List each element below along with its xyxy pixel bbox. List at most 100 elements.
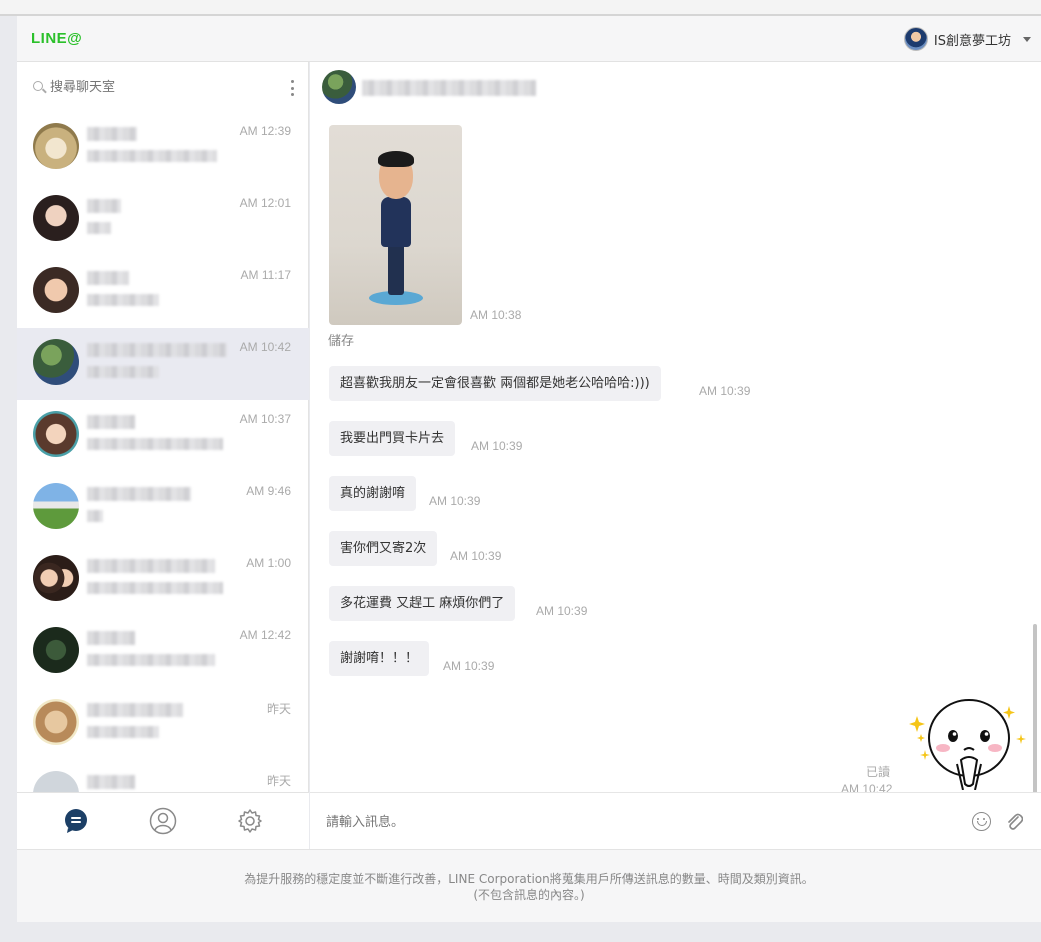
chat-bubble-icon	[65, 809, 88, 833]
save-photo-link[interactable]: 儲存	[328, 330, 354, 349]
message-time: AM 10:39	[699, 384, 751, 398]
message-list: AM 10:38 儲存 超喜歡我朋友一定會很喜歡 兩個都是她老公哈哈哈:))) …	[310, 112, 1041, 792]
chat-list-item[interactable]: AM 11:17	[17, 256, 309, 328]
avatar	[33, 699, 79, 745]
message-bubble: 我要出門買卡片去	[329, 421, 456, 456]
message-scrollbar[interactable]	[1033, 624, 1037, 792]
chat-time: AM 12:01	[239, 196, 291, 210]
chat-name-blurred	[87, 631, 135, 645]
chat-name-blurred	[87, 127, 137, 141]
person-icon	[149, 807, 177, 835]
account-name: IS創意夢工坊	[933, 33, 1011, 49]
chat-list-item-active[interactable]: AM 10:42	[17, 328, 309, 400]
chat-time: AM 11:17	[240, 268, 291, 282]
chat-preview-blurred	[87, 510, 103, 522]
chevron-down-icon[interactable]	[1023, 36, 1031, 42]
avatar	[33, 339, 79, 385]
message-time: AM 10:39	[450, 549, 502, 563]
sticker-message[interactable]	[909, 694, 1029, 790]
chat-time: 昨天	[266, 702, 291, 716]
message-composer	[310, 792, 1041, 849]
message-time: AM 10:42	[841, 782, 893, 792]
chat-preview-blurred	[87, 366, 159, 378]
chat-list: AM 12:39 AM 12:01 AM 11:17 AM 10:42 AM 1…	[17, 112, 309, 792]
avatar	[33, 411, 79, 457]
search-input[interactable]	[50, 76, 270, 98]
message-bubble: 謝謝唷！！！	[329, 641, 430, 676]
avatar	[33, 123, 79, 169]
message-time: AM 10:39	[536, 604, 588, 618]
chat-name-blurred	[87, 559, 215, 573]
sidebar-bottom-nav	[17, 792, 309, 849]
chat-time: 昨天	[266, 774, 291, 788]
chat-time: AM 12:39	[239, 124, 291, 138]
chat-preview-blurred	[87, 654, 215, 666]
chat-preview-blurred	[87, 294, 159, 306]
message-bubble: 真的謝謝唷	[329, 476, 417, 511]
avatar	[33, 483, 79, 529]
photo-message[interactable]	[329, 125, 462, 325]
gear-icon	[237, 809, 262, 833]
conversation-avatar[interactable]	[322, 70, 356, 104]
chat-time: AM 9:46	[246, 484, 291, 498]
chat-list-item[interactable]: AM 1:00	[17, 544, 309, 616]
account-avatar	[903, 27, 928, 51]
message-bubble: 超喜歡我朋友一定會很喜歡 兩個都是她老公哈哈哈:)))	[329, 366, 661, 401]
avatar	[33, 555, 79, 601]
line-logo: LINE@	[31, 30, 83, 47]
emoji-icon[interactable]	[972, 812, 991, 831]
message-time: AM 10:39	[471, 439, 523, 453]
avatar	[33, 267, 79, 313]
more-options-icon[interactable]	[291, 80, 295, 96]
privacy-notice-line2: (不包含訊息的內容。)	[473, 888, 585, 902]
chat-list-item[interactable]: AM 9:46	[17, 472, 309, 544]
friends-tab[interactable]	[149, 807, 177, 835]
chat-list-item[interactable]: 昨天	[17, 688, 309, 760]
chat-time: AM 1:00	[246, 556, 291, 570]
chat-preview-blurred	[87, 222, 111, 234]
chat-preview-blurred	[87, 582, 223, 594]
chat-name-blurred	[87, 199, 121, 213]
conversation-header	[310, 62, 1041, 112]
privacy-notice-line1: 為提升服務的穩定度並不斷進行改善，LINE Corporation將蒐集用戶所傳…	[244, 872, 814, 886]
browser-top-strip	[0, 0, 1041, 16]
chat-name-blurred	[87, 703, 183, 717]
chat-name-blurred	[87, 271, 129, 285]
chat-name-blurred	[87, 487, 191, 501]
chat-list-item[interactable]: AM 10:37	[17, 400, 309, 472]
chat-name-blurred	[87, 343, 227, 357]
read-status: 已讀	[866, 765, 891, 779]
chat-time: AM 10:37	[239, 412, 291, 426]
message-bubble: 多花運費 又趕工 麻煩你們了	[329, 586, 516, 621]
chat-preview-blurred	[87, 726, 159, 738]
chats-tab[interactable]	[62, 807, 90, 835]
avatar	[33, 771, 79, 792]
attachment-icon[interactable]	[1005, 811, 1023, 831]
message-time: AM 10:38	[470, 308, 522, 322]
chat-sidebar: AM 12:39 AM 12:01 AM 11:17 AM 10:42 AM 1…	[17, 62, 309, 849]
account-menu[interactable]: IS創意夢工坊	[903, 26, 1031, 52]
search-bar	[17, 62, 309, 112]
chat-time: AM 12:42	[239, 628, 291, 642]
chat-preview-blurred	[87, 438, 223, 450]
top-bar: LINE@ IS創意夢工坊	[17, 16, 1041, 62]
chat-time: AM 10:42	[239, 340, 291, 354]
privacy-notice: 為提升服務的穩定度並不斷進行改善，LINE Corporation將蒐集用戶所傳…	[17, 849, 1041, 922]
settings-tab[interactable]	[236, 807, 264, 835]
chat-name-blurred	[87, 775, 135, 789]
conversation-pane: AM 10:38 儲存 超喜歡我朋友一定會很喜歡 兩個都是她老公哈哈哈:))) …	[310, 62, 1041, 849]
chat-list-item[interactable]: AM 12:42	[17, 616, 309, 688]
conversation-name-blurred	[362, 80, 536, 96]
chat-name-blurred	[87, 415, 135, 429]
message-time: AM 10:39	[429, 494, 481, 508]
chat-list-item[interactable]: AM 12:39	[17, 112, 309, 184]
avatar	[33, 627, 79, 673]
message-time: AM 10:39	[443, 659, 495, 673]
chat-list-item[interactable]: 昨天	[17, 760, 309, 792]
chat-list-item[interactable]: AM 12:01	[17, 184, 309, 256]
chat-preview-blurred	[87, 150, 217, 162]
message-bubble: 害你們又寄2次	[329, 531, 438, 566]
message-input[interactable]	[326, 811, 926, 833]
search-icon	[33, 81, 43, 91]
avatar	[33, 195, 79, 241]
